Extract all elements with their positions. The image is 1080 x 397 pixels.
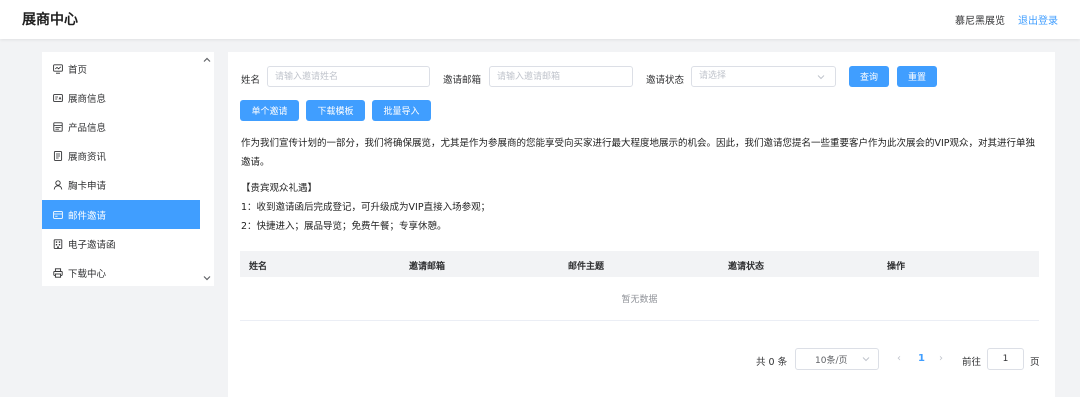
sidebar-item-exhibitor-news[interactable]: 展商资讯 xyxy=(42,142,200,171)
email-input[interactable] xyxy=(489,66,633,87)
sidebar-scrollbar[interactable] xyxy=(200,52,214,286)
sidebar-item-home[interactable]: 首页 xyxy=(42,54,200,83)
sidebar-item-label: 产品信息 xyxy=(68,122,107,134)
page-suffix: 页 xyxy=(1030,357,1040,368)
sidebar-item-label: 邮件邀请 xyxy=(68,210,107,222)
app-title: 展商中心 xyxy=(22,12,78,28)
sidebar-item-exhibitor-info[interactable]: 展商信息 xyxy=(42,83,200,112)
mail-icon xyxy=(53,210,63,220)
sidebar-item-label: 电子邀请函 xyxy=(68,239,116,251)
product-icon xyxy=(53,122,63,132)
document-icon xyxy=(53,151,63,162)
sidebar: 首页 展商信息 产品信息 展商资讯 胸卡申请 邮件邀请 电子邀请函 下载中心 xyxy=(42,52,214,286)
sidebar-menu: 首页 展商信息 产品信息 展商资讯 胸卡申请 邮件邀请 电子邀请函 下载中心 xyxy=(42,52,200,288)
current-page[interactable]: 1 xyxy=(918,353,925,364)
chevron-down-icon xyxy=(817,75,825,80)
column-header-email: 邀请邮箱 xyxy=(409,262,446,272)
invitation-table: 姓名 邀请邮箱 邮件主题 邀请状态 操作 暂无数据 xyxy=(240,251,1039,321)
goto-page-value: 1 xyxy=(1002,354,1009,364)
logout-link[interactable]: 退出登录 xyxy=(1018,12,1058,27)
sidebar-item-email-invitation[interactable]: 邮件邀请 xyxy=(42,199,200,230)
top-header: 展商中心 慕尼黑展览 退出登录 xyxy=(0,0,1080,39)
building-icon xyxy=(53,239,63,249)
sidebar-item-label: 下载中心 xyxy=(68,268,107,280)
chevron-down-icon xyxy=(862,357,870,362)
sidebar-item-label: 展商资讯 xyxy=(68,152,107,164)
next-page-icon[interactable]: › xyxy=(939,353,943,364)
sidebar-item-label: 首页 xyxy=(68,64,88,76)
monitor-icon xyxy=(53,63,63,74)
download-template-button[interactable]: 下载模板 xyxy=(306,100,365,121)
scroll-up-icon[interactable] xyxy=(203,56,211,64)
column-header-status: 邀请状态 xyxy=(728,262,765,272)
id-card-icon xyxy=(53,93,63,103)
batch-import-button[interactable]: 批量导入 xyxy=(372,100,431,121)
pagination-total: 共 0 条 xyxy=(756,357,788,368)
single-invite-button[interactable]: 单个邀请 xyxy=(240,100,299,121)
status-label: 邀请状态 xyxy=(646,75,685,86)
sidebar-item-label: 展商信息 xyxy=(68,93,107,105)
query-button[interactable]: 查询 xyxy=(849,66,889,87)
sidebar-item-download-center[interactable]: 下载中心 xyxy=(42,258,200,287)
benefit-item-1: 1：收到邀请函后完成登记，可升级成为VIP直接入场参观； xyxy=(241,202,491,213)
column-header-actions: 操作 xyxy=(887,262,906,272)
name-input[interactable] xyxy=(267,66,430,87)
status-select[interactable]: 请选择 xyxy=(691,66,836,87)
page-size-value: 10条/页 xyxy=(815,355,848,366)
printer-icon xyxy=(53,268,63,278)
name-label: 姓名 xyxy=(241,75,261,86)
goto-label: 前往 xyxy=(962,357,982,368)
table-body: 暂无数据 xyxy=(240,277,1039,321)
empty-state-text: 暂无数据 xyxy=(621,295,658,305)
benefit-item-2: 2：快捷进入；展品导览；免费午餐；专享休憩。 xyxy=(241,221,447,232)
email-label: 邀请邮箱 xyxy=(443,75,482,86)
table-header: 姓名 邀请邮箱 邮件主题 邀请状态 操作 xyxy=(240,251,1039,277)
sidebar-item-e-invitation[interactable]: 电子邀请函 xyxy=(42,229,200,258)
exhibition-name: 慕尼黑展览 xyxy=(955,16,1005,27)
column-header-subject: 邮件主题 xyxy=(568,262,605,272)
status-select-placeholder: 请选择 xyxy=(699,71,727,81)
sidebar-item-product-info[interactable]: 产品信息 xyxy=(42,112,200,141)
user-icon xyxy=(53,180,63,190)
sidebar-item-label: 胸卡申请 xyxy=(68,181,107,193)
column-header-name: 姓名 xyxy=(249,262,268,272)
invitation-description: 作为我们宣传计划的一部分，我们将确保展览，尤其是作为参展商的您能享受向买家进行最… xyxy=(241,138,1036,168)
prev-page-icon[interactable]: ‹ xyxy=(897,353,901,364)
sidebar-item-badge-application[interactable]: 胸卡申请 xyxy=(42,171,200,200)
goto-page-input[interactable]: 1 xyxy=(987,348,1024,370)
reset-button[interactable]: 重置 xyxy=(897,66,937,87)
benefits-title: 【贵宾观众礼遇】 xyxy=(241,183,318,194)
scroll-down-icon[interactable] xyxy=(203,274,211,282)
